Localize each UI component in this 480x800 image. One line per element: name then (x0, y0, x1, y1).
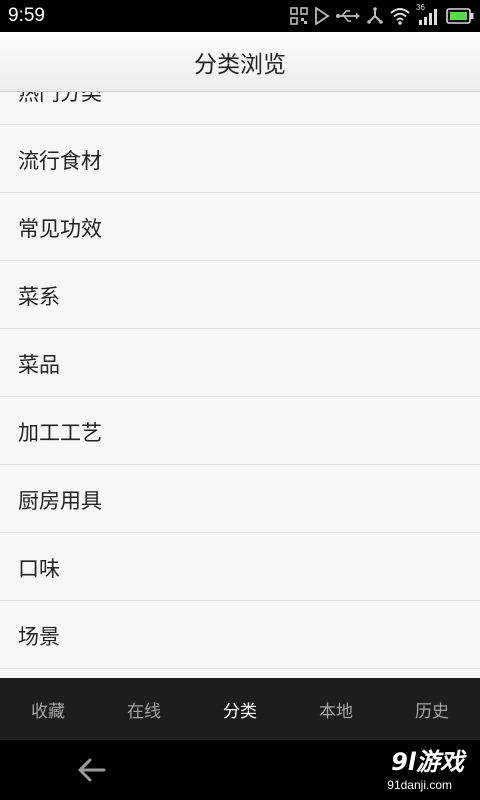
bottom-tab-bar: 收藏 在线 分类 本地 历史 (0, 678, 480, 740)
category-item-label: 菜品 (18, 352, 60, 377)
category-item-label: 厨房用具 (18, 488, 102, 513)
category-list-inner: 热门分类 流行食材 常见功效 菜系 菜品 加工工艺 厨房用具 口味 场景 (0, 92, 480, 669)
usb-icon (336, 10, 360, 22)
category-item-label: 流行食材 (18, 148, 102, 173)
signal-indicator: 36 (416, 3, 440, 26)
category-item-processing[interactable]: 加工工艺 (0, 397, 480, 465)
category-list[interactable]: 热门分类 流行食材 常见功效 菜系 菜品 加工工艺 厨房用具 口味 场景 (0, 92, 480, 678)
tab-history[interactable]: 历史 (384, 678, 480, 740)
category-item-popular-ingredients[interactable]: 流行食材 (0, 125, 480, 193)
watermark: 9l游戏 91danji.com (360, 748, 464, 796)
wifi-icon (390, 8, 410, 25)
category-item-label: 口味 (18, 556, 60, 581)
back-arrow-icon[interactable] (74, 752, 110, 788)
category-item-flavor[interactable]: 口味 (0, 533, 480, 601)
title-bar: 分类浏览 (0, 32, 480, 92)
status-time: 9:59 (8, 5, 45, 26)
tab-local[interactable]: 本地 (288, 678, 384, 740)
signal-icon (419, 9, 437, 25)
category-item-dishes[interactable]: 菜品 (0, 329, 480, 397)
qr-icon (290, 7, 308, 25)
category-item-label: 热门分类 (18, 92, 102, 105)
watermark-domain: 91danji.com (387, 778, 452, 792)
category-item-label: 加工工艺 (18, 420, 102, 445)
page-title: 分类浏览 (194, 51, 286, 78)
tab-categories[interactable]: 分类 (192, 678, 288, 740)
category-item-kitchenware[interactable]: 厨房用具 (0, 465, 480, 533)
battery-icon (446, 8, 474, 24)
category-item-common-effects[interactable]: 常见功效 (0, 193, 480, 261)
debug-icon (367, 7, 383, 24)
status-icons: 36 (290, 3, 474, 26)
category-item-label: 常见功效 (18, 216, 102, 241)
category-item-label: 菜系 (18, 284, 60, 309)
play-icon (315, 7, 330, 25)
tab-online[interactable]: 在线 (96, 678, 192, 740)
status-bar: 9:59 36 (0, 0, 480, 32)
category-item-hot[interactable]: 热门分类 (0, 92, 480, 125)
category-item-scene[interactable]: 场景 (0, 601, 480, 669)
watermark-brand: 9l游戏 (391, 748, 464, 776)
category-item-cuisine[interactable]: 菜系 (0, 261, 480, 329)
system-nav-bar: 9l游戏 91danji.com (0, 740, 480, 800)
category-item-label: 场景 (18, 624, 60, 649)
tab-favorites[interactable]: 收藏 (0, 678, 96, 740)
